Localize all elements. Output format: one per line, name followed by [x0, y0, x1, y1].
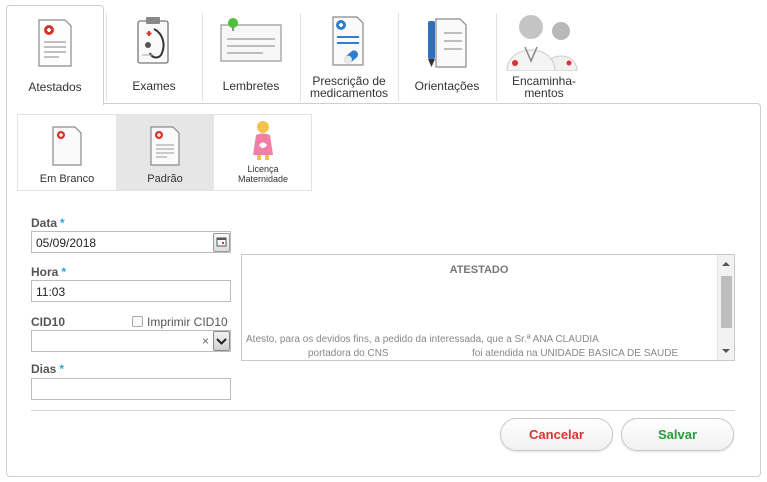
blank-document-icon: [51, 125, 83, 170]
required-asterisk: *: [61, 265, 67, 279]
pregnant-woman-icon: [249, 119, 277, 164]
tab-label: Prescrição de medicamentos: [309, 74, 389, 100]
certificate-text-line: Atesto, para os devidos fins, a pedido d…: [246, 334, 599, 345]
type-em-branco[interactable]: Em Branco: [18, 115, 116, 190]
tab-label: Encaminha- mentos: [511, 74, 577, 100]
tab-label: Orientações: [414, 79, 480, 93]
tab-prescricao[interactable]: Prescrição de medicamentos: [301, 5, 397, 104]
dias-label: Dias *: [31, 362, 65, 376]
cid10-select[interactable]: [31, 330, 231, 352]
type-label: Padrão: [147, 173, 183, 185]
note-pin-icon: [219, 17, 283, 68]
type-label: Em Branco: [39, 173, 95, 185]
standard-document-icon: [149, 125, 181, 170]
required-asterisk: *: [60, 216, 65, 230]
tab-label: Lembretes: [222, 79, 280, 93]
data-input[interactable]: 05/09/2018: [31, 231, 231, 253]
pen-document-icon: [424, 15, 470, 74]
hora-input[interactable]: 11:03: [31, 280, 231, 302]
print-cid-label: Imprimir CID10: [147, 315, 228, 329]
prescription-icon: [327, 13, 371, 74]
tab-orientacoes[interactable]: Orientações: [399, 5, 495, 104]
scroll-up-icon[interactable]: [722, 262, 730, 266]
scrollbar-thumb[interactable]: [721, 276, 732, 328]
checkbox-box[interactable]: [132, 316, 143, 327]
certificate-title: ATESTADO: [449, 264, 509, 276]
chevron-down-icon[interactable]: [213, 331, 230, 351]
certificate-preview[interactable]: ATESTADO Atesto, para os devidos fins, a…: [241, 254, 735, 361]
tab-exames[interactable]: Exames: [106, 5, 202, 104]
type-label: Licença Maternidade: [237, 164, 289, 184]
clipboard-stethoscope-icon: [132, 15, 176, 70]
certificate-type-selector: Em Branco Padrão Licença Maternidade: [17, 114, 312, 191]
tab-label: Exames: [132, 79, 176, 93]
clear-icon[interactable]: ×: [202, 334, 209, 348]
divider: [31, 410, 735, 411]
save-button[interactable]: Salvar: [621, 418, 734, 451]
tab-label: Atestados: [28, 80, 82, 94]
tab-bar: Atestados Exames Lembretes Prescrição de…: [6, 5, 761, 105]
scroll-down-icon[interactable]: [722, 349, 730, 353]
type-licenca-maternidade[interactable]: Licença Maternidade: [214, 115, 312, 190]
certificate-text-line: portadora do CNS foi atendida na UNIDADE…: [308, 348, 679, 359]
tab-atestados[interactable]: Atestados: [6, 5, 104, 105]
doctors-icon: [503, 13, 585, 74]
cid10-label: CID10: [31, 315, 66, 329]
print-cid-checkbox[interactable]: Imprimir CID10: [132, 315, 228, 329]
tab-encaminhamentos[interactable]: Encaminha- mentos: [496, 5, 592, 104]
vertical-scrollbar[interactable]: [717, 255, 734, 360]
required-asterisk: *: [59, 362, 65, 376]
hora-label: Hora *: [31, 265, 67, 279]
certificate-icon: [35, 16, 75, 71]
dias-input[interactable]: [31, 378, 231, 400]
tab-lembretes[interactable]: Lembretes: [203, 5, 299, 104]
calendar-icon[interactable]: [213, 233, 230, 252]
data-label: Data *: [31, 216, 65, 230]
type-padrao[interactable]: Padrão: [116, 115, 214, 190]
cancel-button[interactable]: Cancelar: [500, 418, 613, 451]
